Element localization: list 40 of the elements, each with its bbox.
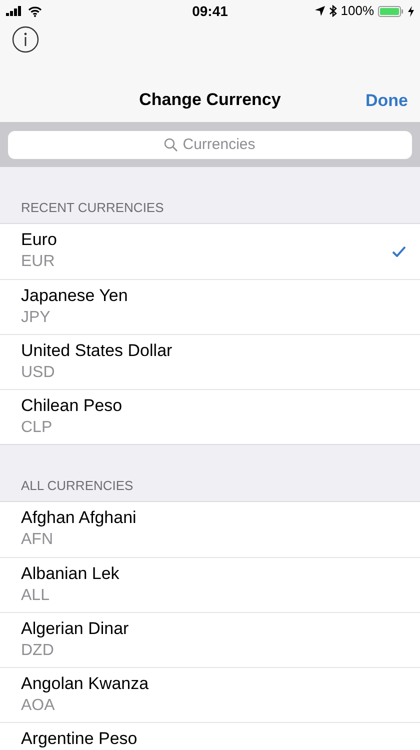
currency-code: ALL <box>21 586 50 606</box>
info-icon[interactable] <box>12 26 39 53</box>
currency-name: Albanian Lek <box>21 563 120 585</box>
battery-icon <box>378 6 404 16</box>
currency-code: DZD <box>21 641 55 661</box>
currency-code: JPY <box>21 308 52 328</box>
search-icon <box>164 138 178 152</box>
currency-row[interactable]: Japanese Yen JPY <box>0 279 420 334</box>
currency-code: CLP <box>21 418 54 438</box>
signal-icon <box>6 6 24 16</box>
bluetooth-icon <box>328 5 337 17</box>
currency-row[interactable]: Algerian Dinar DZD <box>0 612 420 667</box>
currency-name: Argentine Peso <box>21 728 138 750</box>
currency-name: Chilean Peso <box>21 395 124 417</box>
currency-row[interactable]: Chilean Peso CLP <box>0 389 420 444</box>
currency-row[interactable]: Euro EUR <box>0 224 420 279</box>
currency-row[interactable]: Angolan Kwanza AOA <box>0 667 420 722</box>
section-header: RECENT CURRENCIES <box>21 198 164 216</box>
battery-percentage: 100% <box>340 2 374 20</box>
currency-name: Algerian Dinar <box>21 618 130 640</box>
currency-row[interactable]: Afghan Afghani AFN <box>0 502 420 557</box>
location-arrow-icon <box>314 6 325 16</box>
currency-code: EUR <box>21 252 56 272</box>
search-field[interactable]: Currencies <box>8 130 412 158</box>
currency-name: Japanese Yen <box>21 285 129 307</box>
currency-code: AFN <box>21 530 54 550</box>
currency-row[interactable]: Albanian Lek ALL <box>0 557 420 612</box>
currency-row[interactable]: United States Dollar USD <box>0 334 420 389</box>
currency-name: United States Dollar <box>21 340 174 362</box>
nav-title: Change Currency <box>139 89 281 112</box>
currency-name: Afghan Afghani <box>21 507 138 529</box>
section-header: ALL CURRENCIES <box>21 476 134 494</box>
status-time: 09:41 <box>192 2 228 20</box>
currency-row[interactable]: Argentine Peso <box>0 722 420 750</box>
currency-name: Angolan Kwanza <box>21 673 150 695</box>
wifi-icon <box>28 6 42 16</box>
done-button[interactable]: Done <box>366 88 408 114</box>
currency-name: Euro <box>21 229 58 251</box>
currency-code: AOA <box>21 696 56 716</box>
currency-code: USD <box>21 363 56 383</box>
